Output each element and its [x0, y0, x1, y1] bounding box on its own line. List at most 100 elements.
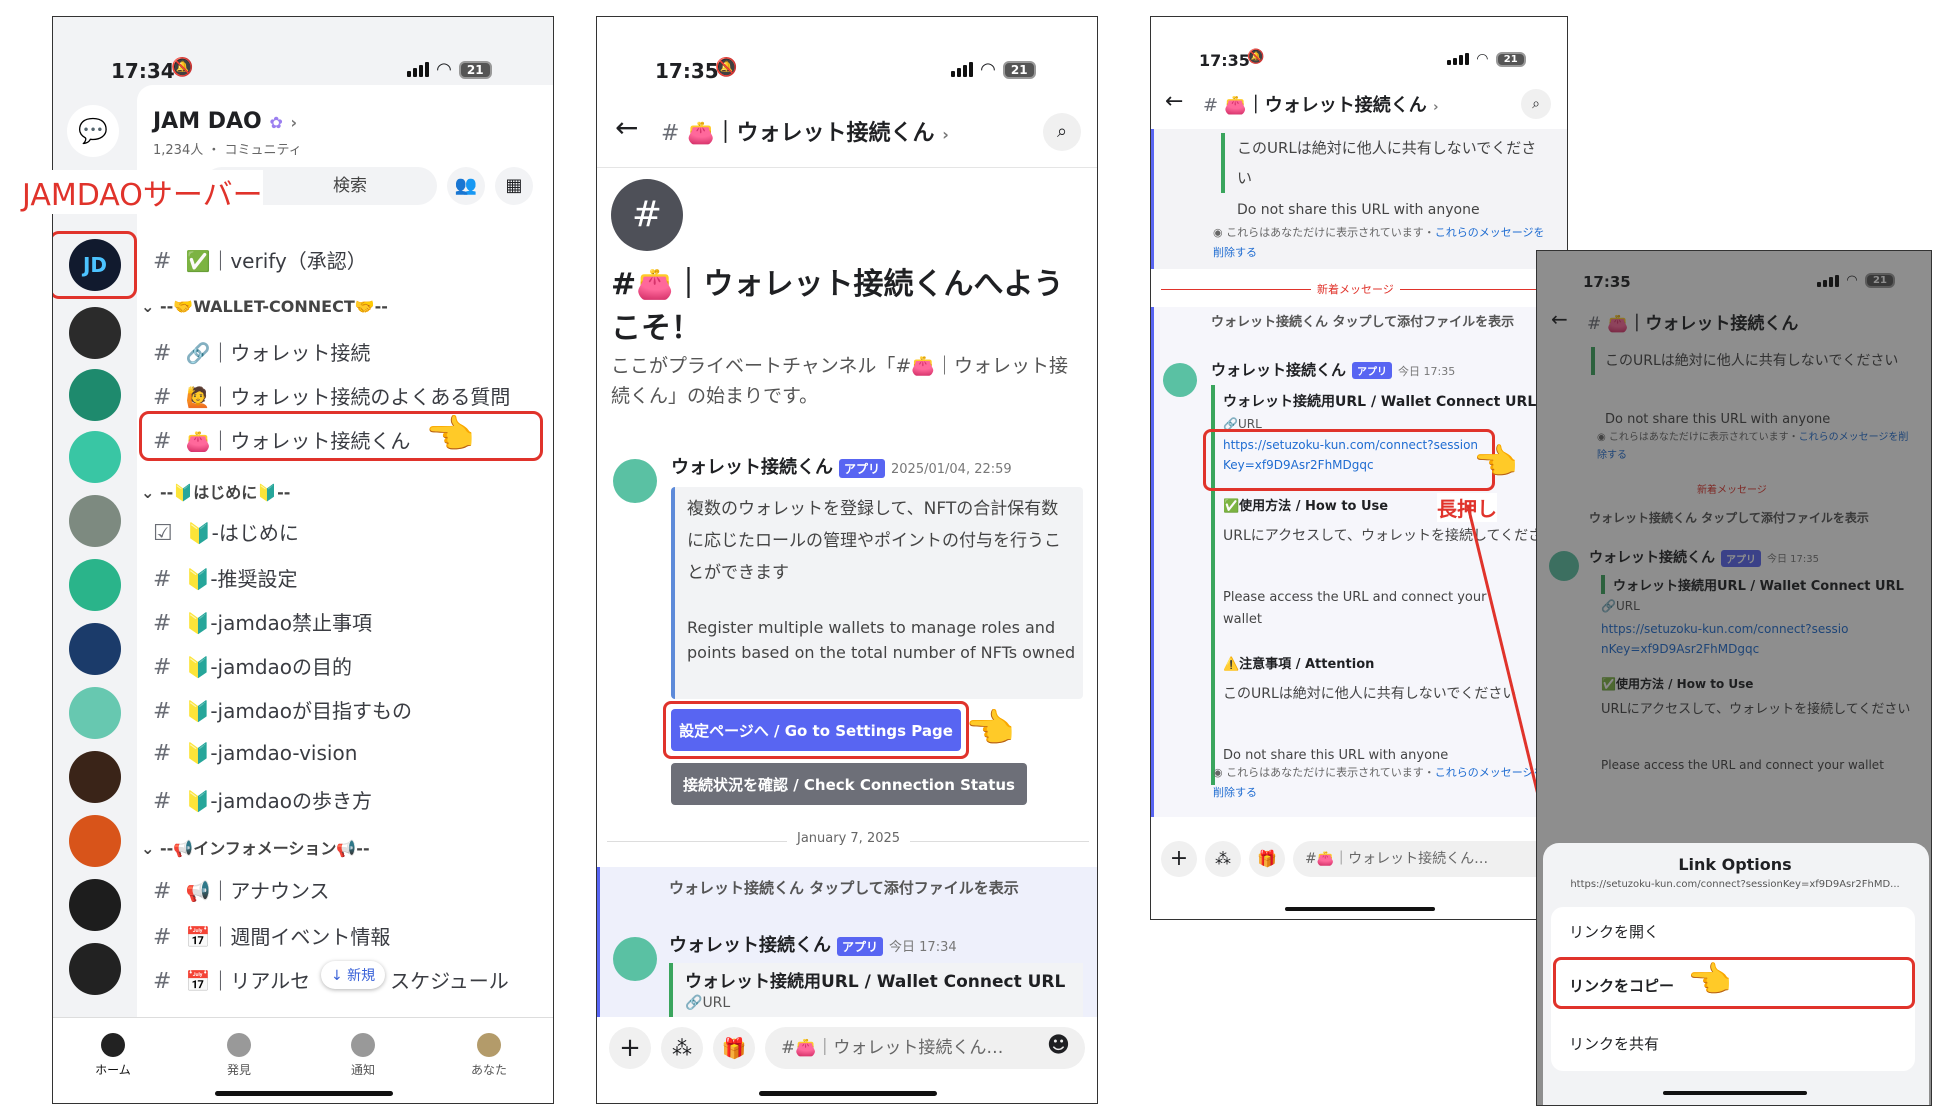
date-divider-label: January 7, 2025	[787, 831, 911, 846]
discover-icon[interactable]	[227, 1033, 251, 1057]
channel-vision[interactable]: # 🔰-jamdao-vision	[153, 741, 357, 766]
back-arrow-icon[interactable]: ←	[615, 111, 638, 144]
avatar[interactable]	[477, 1033, 501, 1057]
server-name[interactable]: JAM DAO ✿ ›	[153, 109, 297, 134]
pointing-hand-icon: 👈	[425, 412, 475, 458]
new-msg-label: 新着メッセージ	[1311, 281, 1400, 297]
ephemeral-note: ◉ これらはあなただけに表示されています・これらのメッセージを削除する	[1213, 226, 1545, 259]
battery-icon: 21	[1002, 60, 1036, 79]
tab-notifications[interactable]: 通知	[333, 1061, 393, 1078]
events-icon[interactable]: ▦	[495, 167, 533, 205]
usage-title: ✅使用方法 / How to Use	[1223, 499, 1389, 514]
search-icon[interactable]: ⌕	[1521, 89, 1551, 119]
reply-preview[interactable]: ウォレット接続くん タップして添付ファイルを表示	[669, 875, 1089, 901]
category-info[interactable]: ⌄ --📢インフォメーション📢--	[141, 835, 370, 859]
channel-header[interactable]: # 👛｜ウォレット接続くん ›	[661, 115, 949, 147]
plus-icon[interactable]: +	[609, 1027, 651, 1069]
emoji-icon[interactable]: ☻	[1047, 1033, 1070, 1058]
reply-preview[interactable]: ウォレット接続くん タップして添付ファイルを表示	[1211, 311, 1561, 335]
welcome-subtitle: ここがプライベートチャンネル「#👛｜ウォレット接続くん」の始まりです。	[611, 355, 1069, 407]
server-icon-8[interactable]	[69, 687, 121, 739]
highlight-server	[53, 231, 137, 299]
highlight-copy-link	[1553, 957, 1915, 1009]
new-badge[interactable]: ↓ 新規	[321, 961, 386, 989]
server-icon-7[interactable]	[69, 623, 121, 675]
server-icon-5[interactable]	[69, 495, 121, 547]
search-icon[interactable]: ⌕	[1043, 113, 1081, 151]
tab-discover[interactable]: 発見	[209, 1061, 269, 1078]
gift-icon[interactable]: 🎁	[1249, 841, 1285, 877]
channel-prohibited[interactable]: # 🔰-jamdao禁止事項	[153, 607, 372, 636]
highlight-settings-button	[663, 701, 969, 759]
sheet-title: Link Options	[1678, 855, 1792, 874]
server-meta: 1,234人 ・ コミュニティ	[153, 143, 302, 158]
server-icon-11[interactable]	[69, 879, 121, 931]
bot-avatar[interactable]	[1163, 363, 1197, 397]
channel-walk[interactable]: # 🔰-jamdaoの歩き方	[153, 785, 372, 814]
channel-header[interactable]: # 👛｜ウォレット接続くん ›	[1203, 91, 1438, 117]
check-status-button[interactable]: 接続状況を確認 / Check Connection Status	[671, 763, 1027, 805]
channel-announce[interactable]: # 📢｜アナウンス	[153, 875, 330, 904]
invite-icon[interactable]: 👥	[447, 167, 485, 205]
channel-recommend[interactable]: # 🔰-推奨設定	[153, 563, 298, 592]
status-bar: 17:34 🔕 ◠ 21	[53, 37, 553, 87]
channel-wallet-faq[interactable]: # 🙋｜ウォレット接続のよくある質問	[153, 381, 510, 410]
server-icon-6[interactable]	[69, 559, 121, 611]
annotation-server-label: JAMDAOサーバー	[22, 170, 263, 214]
category-start[interactable]: ⌄ --🔰はじめに🔰--	[141, 479, 290, 503]
gift-icon[interactable]: 🎁	[713, 1027, 755, 1069]
channel-wallet-connect[interactable]: # 🔗｜ウォレット接続	[153, 337, 370, 366]
category-wallet[interactable]: ⌄ --🤝WALLET-CONNECT🤝--	[141, 297, 388, 316]
bell-icon[interactable]	[351, 1033, 375, 1057]
embed-title: ウォレット接続用URL / Wallet Connect URL	[1223, 394, 1537, 410]
dm-button[interactable]: 💬	[67, 105, 119, 157]
phone-channel-welcome: 17:35 🔕 ◠ 21 ← # 👛｜ウォレット接続くん › ⌕ # #👛｜ウォ…	[596, 16, 1098, 1104]
embed-text-jp: 複数のウォレットを登録して、NFTの合計保有数に応じたロールの管理やポイントの付…	[687, 499, 1061, 583]
signal-icon	[1447, 53, 1469, 65]
highlight-url	[1203, 429, 1495, 491]
server-icon-12[interactable]	[69, 943, 121, 995]
server-icon-3[interactable]	[69, 369, 121, 421]
server-icon-2[interactable]	[69, 307, 121, 359]
channel-weekly[interactable]: # 📅｜週間イベント情報	[153, 921, 390, 950]
caution-title: ⚠️注意事項 / Attention	[1223, 657, 1375, 672]
pointing-hand-icon: 👈	[1473, 442, 1518, 483]
home-icon[interactable]	[101, 1033, 125, 1057]
apps-icon[interactable]: ⁂	[661, 1027, 703, 1069]
apps-icon[interactable]: ⁂	[1205, 841, 1241, 877]
bot-avatar[interactable]	[613, 459, 657, 503]
tab-home[interactable]: ホーム	[83, 1061, 143, 1078]
open-link-option[interactable]: リンクを開く	[1569, 921, 1659, 942]
server-icon-4[interactable]	[69, 431, 121, 483]
home-indicator	[1285, 907, 1435, 911]
channel-goal[interactable]: # 🔰-jamdaoが目指すもの	[153, 695, 412, 724]
phone-link-options: 17:35 ◠ 21 ← # 👛｜ウォレット接続くん このURLは絶対に他人に共…	[1536, 250, 1932, 1106]
channel-purpose[interactable]: # 🔰-jamdaoの目的	[153, 651, 352, 680]
message-input[interactable]: #👛｜ウォレット接続くん…	[765, 1027, 1085, 1069]
embed-text-en: Register multiple wallets to manage role…	[687, 618, 1076, 662]
signal-icon	[951, 62, 973, 77]
channel-verify[interactable]: # ✅｜verify（承認）	[153, 245, 367, 274]
welcome-title: #👛｜ウォレット接続くんへようこそ！	[611, 267, 1064, 346]
battery-icon: 21	[458, 60, 492, 79]
status-time: 17:35	[1199, 51, 1250, 70]
server-icon-10[interactable]	[69, 815, 121, 867]
status-time: 17:34	[111, 59, 175, 83]
home-indicator	[1663, 1091, 1807, 1095]
channel-real[interactable]: # 📅｜リアルセ ↓ 新規 スケジュール	[153, 961, 509, 994]
plus-icon[interactable]: +	[1161, 841, 1197, 877]
server-icon-9[interactable]	[69, 751, 121, 803]
bot-header-2: ウォレット接続くん アプリ 今日 17:34	[669, 935, 957, 956]
channel-hajimeni[interactable]: ☑ 🔰-はじめに	[153, 517, 299, 546]
bot-avatar[interactable]	[613, 937, 657, 981]
share-link-option[interactable]: リンクを共有	[1569, 1033, 1659, 1054]
back-arrow-icon[interactable]: ←	[1165, 89, 1183, 114]
status-bar: 17:35 🔕 ◠ 21	[597, 37, 1097, 87]
wifi-icon: ◠	[437, 59, 451, 80]
channel-hash-icon: #	[611, 179, 683, 251]
bot-header: ウォレット接続くんアプリ今日 17:35	[1211, 361, 1456, 379]
top-warning-jp: このURLは絶対に他人に共有しないでください	[1221, 133, 1551, 193]
divider	[597, 167, 1097, 168]
tab-you[interactable]: あなた	[459, 1061, 519, 1078]
top-warning-en: Do not share this URL with anyone	[1237, 202, 1480, 218]
